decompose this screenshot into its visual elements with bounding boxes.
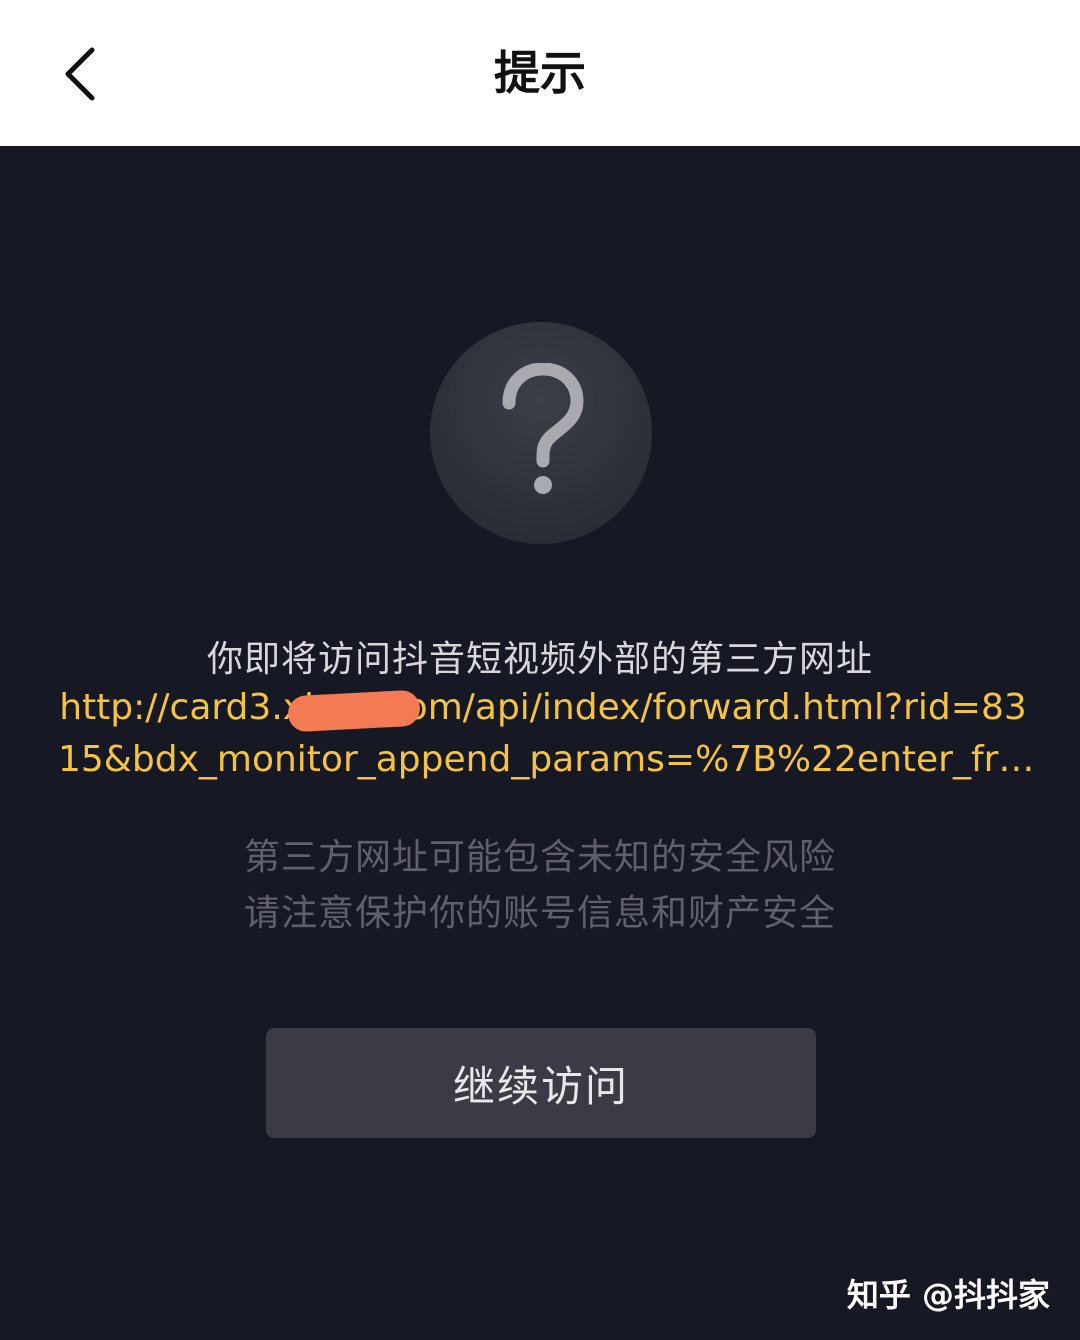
chevron-left-icon bbox=[65, 47, 95, 101]
warning-line-1: 第三方网址可能包含未知的安全风险 bbox=[243, 837, 836, 878]
redaction-mark bbox=[287, 689, 421, 733]
watermark: 知乎 @抖抖家 bbox=[846, 1276, 1050, 1314]
notice-text: 你即将访问抖音短视频外部的第三方网址 bbox=[206, 639, 873, 680]
content-area: 你即将访问抖音短视频外部的第三方网址 http://card3.xl------… bbox=[0, 146, 1080, 1340]
url-line-1: http://card3.xl-------om/api/index/forwa… bbox=[59, 687, 1027, 728]
security-warning: 第三方网址可能包含未知的安全风险 请注意保护你的账号信息和财产安全 bbox=[0, 830, 1080, 942]
back-button[interactable] bbox=[44, 38, 116, 110]
continue-button[interactable]: 继续访问 bbox=[266, 1028, 816, 1138]
question-mark-badge bbox=[430, 322, 652, 544]
url-line-2: 15&bdx_monitor_append_params=%7B%22enter… bbox=[58, 739, 1035, 780]
top-bar: 提示 bbox=[0, 0, 1080, 146]
external-url[interactable]: http://card3.xl-------om/api/index/forwa… bbox=[58, 682, 1035, 786]
question-mark-icon bbox=[502, 363, 584, 494]
page-title: 提示 bbox=[494, 46, 586, 100]
warning-line-2: 请注意保护你的账号信息和财产安全 bbox=[243, 893, 836, 934]
